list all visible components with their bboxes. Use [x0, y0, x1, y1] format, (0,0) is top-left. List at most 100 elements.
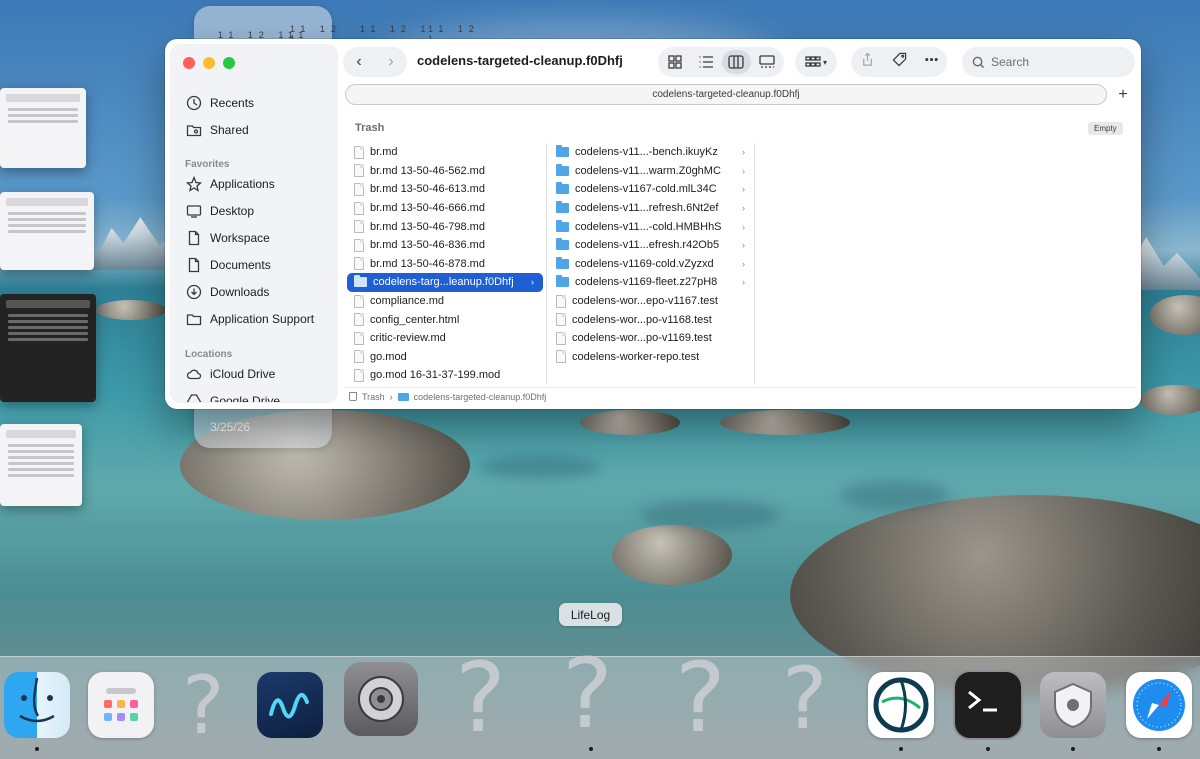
list-item[interactable]: codelens-v1169-cold.vZyzxd › — [547, 255, 754, 274]
stage-thumbnail-1[interactable] — [0, 88, 86, 168]
sidebar-item-workspace[interactable]: Workspace — [185, 226, 270, 250]
sidebar-item-applications[interactable]: Applications — [185, 172, 275, 196]
missing-app-icon[interactable]: ? — [562, 646, 613, 742]
search-field[interactable] — [962, 47, 1135, 77]
path-item-current[interactable]: codelens-targeted-cleanup.f0Dhfj — [414, 392, 547, 402]
clock-icon — [185, 95, 202, 112]
ellipsis-icon — [924, 57, 938, 62]
chevron-right-icon: › — [742, 184, 745, 195]
list-item-selected[interactable]: codelens-targ...leanup.f0Dhfj › — [347, 273, 543, 292]
dock-app-safari[interactable] — [1126, 672, 1192, 738]
sidebar-item-application-support[interactable]: Application Support — [185, 307, 314, 331]
sidebar-item-documents[interactable]: Documents — [185, 253, 271, 277]
folder-icon — [354, 275, 367, 288]
list-item[interactable]: codelens-wor...po-v1168.test — [547, 310, 754, 329]
dock-app-system-settings[interactable] — [344, 662, 418, 736]
list-item[interactable]: br.md 13-50-46-562.md — [345, 162, 545, 181]
gallery-view-button[interactable] — [753, 50, 782, 74]
sidebar-item-shared[interactable]: Shared — [185, 118, 249, 142]
list-icon — [699, 56, 713, 68]
dock-app-finder[interactable] — [4, 672, 70, 738]
search-input[interactable] — [991, 55, 1121, 69]
sidebar-item-label: Applications — [210, 177, 275, 191]
close-window-button[interactable] — [183, 57, 195, 69]
file-name: codelens-v11...efresh.r42Ob5 — [575, 239, 720, 252]
dock-app-terminal[interactable] — [955, 672, 1021, 738]
dock-app-circle[interactable] — [868, 672, 934, 738]
list-item[interactable]: go.mod — [345, 348, 545, 367]
list-item[interactable]: br.md 13-50-46-666.md — [345, 199, 545, 218]
list-item[interactable]: codelens-v11...efresh.r42Ob5 › — [547, 236, 754, 255]
list-item[interactable]: codelens-v11...-bench.ikuyKz › — [547, 143, 754, 162]
browser-column-1: br.md br.md 13-50-46-562.md br.md 13-50-… — [345, 143, 545, 385]
stage-thumbnail-4[interactable] — [0, 424, 82, 506]
document-icon — [354, 182, 364, 196]
shared-folder-icon — [185, 122, 202, 139]
chevron-right-icon: › — [742, 147, 745, 158]
list-item[interactable]: codelens-v11...refresh.6Nt2ef › — [547, 199, 754, 218]
compass-icon — [1133, 679, 1185, 731]
list-item[interactable]: br.md — [345, 143, 545, 162]
list-item[interactable]: codelens-v11...-cold.HMBHhS › — [547, 217, 754, 236]
list-item[interactable]: br.md 13-50-46-798.md — [345, 217, 545, 236]
list-item[interactable]: codelens-v1169-fleet.z27pH8 › — [547, 273, 754, 292]
sidebar-item-label: iCloud Drive — [210, 367, 276, 381]
list-item[interactable]: codelens-wor...po-v1169.test — [547, 329, 754, 348]
missing-app-icon[interactable]: ? — [182, 666, 224, 746]
dock-app-launchpad[interactable] — [88, 672, 154, 738]
tags-button[interactable] — [892, 52, 907, 72]
sidebar-item-icloud-drive[interactable]: iCloud Drive — [185, 362, 275, 386]
file-name: br.md 13-50-46-836.md — [370, 239, 485, 252]
dock-tooltip: LifeLog — [559, 603, 622, 626]
missing-app-icon[interactable]: ? — [782, 656, 828, 742]
running-indicator — [1157, 747, 1161, 751]
sidebar-item-google-drive[interactable]: Google Drive — [185, 389, 280, 402]
list-item[interactable]: go.mod 16-31-37-199.mod — [345, 366, 545, 385]
forward-button[interactable]: › — [388, 53, 393, 71]
document-icon — [556, 294, 566, 308]
list-view-button[interactable] — [692, 50, 721, 74]
list-item[interactable]: br.md 13-50-46-878.md — [345, 255, 545, 274]
share-button[interactable] — [860, 52, 875, 72]
list-item[interactable]: br.md 13-50-46-613.md — [345, 180, 545, 199]
empty-trash-button[interactable]: Empty — [1088, 122, 1123, 135]
list-item[interactable]: br.md 13-50-46-836.md — [345, 236, 545, 255]
document-icon — [354, 145, 364, 159]
sidebar-item-downloads[interactable]: Downloads — [185, 280, 269, 304]
list-item[interactable]: codelens-wor...epo-v1167.test — [547, 292, 754, 311]
list-item[interactable]: critic-review.md — [345, 329, 545, 348]
column-view-button[interactable] — [722, 50, 751, 74]
more-button[interactable] — [924, 52, 939, 72]
finder-window[interactable]: Recents Shared Favorites Applications De… — [165, 39, 1141, 409]
stage-thumbnail-2[interactable] — [0, 192, 94, 270]
circle-logo-icon — [873, 677, 929, 733]
sidebar-item-desktop[interactable]: Desktop — [185, 199, 254, 223]
file-name: codelens-worker-repo.test — [572, 350, 700, 363]
zoom-window-button[interactable] — [223, 57, 235, 69]
sidebar-item-recents[interactable]: Recents — [185, 91, 254, 115]
list-item[interactable]: compliance.md — [345, 292, 545, 311]
folder-icon — [556, 163, 569, 176]
list-item[interactable]: codelens-v1167-cold.mlL34C › — [547, 180, 754, 199]
dock-app-freeform[interactable] — [257, 672, 323, 738]
list-item[interactable]: codelens-v11...warm.Z0ghMC › — [547, 162, 754, 181]
new-tab-button[interactable]: + — [1113, 85, 1133, 105]
missing-app-icon[interactable]: ? — [455, 650, 506, 746]
tab-active[interactable]: codelens-targeted-cleanup.f0Dhfj — [345, 84, 1107, 105]
minimize-window-button[interactable] — [203, 57, 215, 69]
dock-app-security[interactable] — [1040, 672, 1106, 738]
group-by-button[interactable]: ▾ — [795, 47, 837, 77]
file-name: codelens-wor...po-v1168.test — [572, 313, 712, 326]
list-item[interactable]: config_center.html — [345, 310, 545, 329]
back-button[interactable]: ‹ — [356, 53, 361, 71]
chevron-right-icon: › — [742, 277, 745, 288]
folder-icon — [556, 182, 569, 195]
search-icon — [972, 56, 985, 68]
path-item-trash[interactable]: Trash — [362, 392, 385, 402]
applications-icon — [185, 176, 202, 193]
missing-app-icon[interactable]: ? — [675, 650, 726, 746]
list-item[interactable]: codelens-worker-repo.test — [547, 348, 754, 367]
stage-thumbnail-3[interactable] — [0, 294, 96, 402]
chevron-right-icon: › — [742, 221, 745, 232]
icon-view-button[interactable] — [661, 50, 690, 74]
